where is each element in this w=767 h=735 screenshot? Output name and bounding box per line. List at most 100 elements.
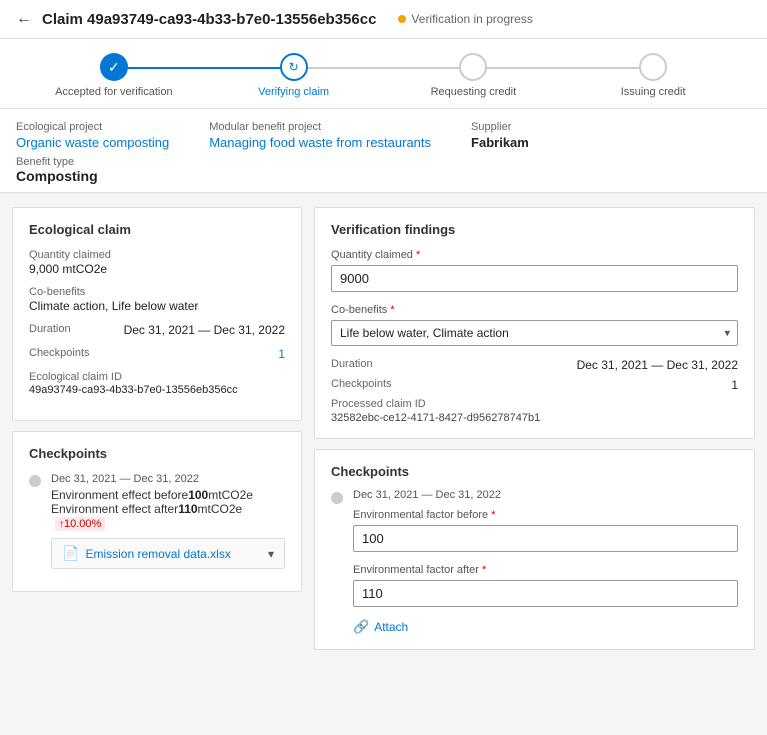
right-panel: Verification findings Quantity claimed *… [314, 207, 755, 660]
cobenefits-select[interactable]: Life below water, Climate action Climate… [331, 320, 738, 346]
cobenefits-form-label: Co-benefits * [331, 304, 738, 316]
step-accepted: ✓ Accepted for verification [24, 53, 204, 98]
attach-icon: 🔗 [353, 619, 369, 635]
right-checkpoints-card: Checkpoints Dec 31, 2021 — Dec 31, 2022 … [314, 449, 755, 650]
checkpoints-field: Checkpoints 1 [29, 347, 285, 361]
steps-bar: ✓ Accepted for verification ↻ Verifying … [0, 39, 767, 109]
env-after-form-field: Environmental factor after * [353, 564, 738, 607]
step-circle-requesting [459, 53, 487, 81]
step-label-issuing: Issuing credit [621, 86, 686, 98]
duration-static-value: Dec 31, 2021 — Dec 31, 2022 [577, 358, 738, 372]
file-left: 📄 Emission removal data.xlsx [62, 545, 231, 562]
supplier-value: Fabrikam [471, 135, 529, 150]
checkpoint-dot [29, 475, 41, 487]
qty-form-label: Quantity claimed * [331, 249, 738, 261]
duration-value: Dec 31, 2021 — Dec 31, 2022 [124, 323, 285, 337]
left-checkpoints-card: Checkpoints Dec 31, 2021 — Dec 31, 2022 … [12, 431, 302, 592]
checkpoints-label: Checkpoints [29, 347, 90, 360]
project-info-row: Ecological project Organic waste compost… [16, 121, 751, 150]
right-checkpoints-title: Checkpoints [331, 464, 738, 479]
file-name: Emission removal data.xlsx [85, 547, 230, 561]
chevron-down-icon: ▾ [268, 547, 274, 561]
right-checkpoint-date: Dec 31, 2021 — Dec 31, 2022 [353, 489, 738, 501]
claim-id-field: Ecological claim ID 49a93749-ca93-4b33-b… [29, 371, 285, 396]
step-label-verifying: Verifying claim [258, 86, 329, 98]
status-dot [398, 15, 406, 23]
step-label-accepted: Accepted for verification [55, 86, 172, 98]
right-checkpoint-content: Dec 31, 2021 — Dec 31, 2022 Environmenta… [353, 489, 738, 635]
supplier-col: Supplier Fabrikam [471, 121, 529, 150]
cobenefits-select-container: Life below water, Climate action Climate… [331, 320, 738, 346]
cobenefits-field: Co-benefits Climate action, Life below w… [29, 286, 285, 313]
env-before-value: 100 [188, 488, 208, 502]
env-after-row: Environment effect after110mtCO2e ↑10.00… [51, 502, 285, 530]
cobenefits-form-field: Co-benefits * Life below water, Climate … [331, 304, 738, 346]
processed-id-section: Processed claim ID 32582ebc-ce12-4171-84… [331, 398, 738, 424]
ecological-project-col: Ecological project Organic waste compost… [16, 121, 169, 150]
env-before-label: Environment effect before [51, 488, 188, 502]
env-before-input[interactable] [353, 525, 738, 552]
step-verifying: ↻ Verifying claim [204, 53, 384, 98]
back-icon[interactable]: ← [16, 10, 32, 28]
env-before-unit: mtCO2e [208, 488, 253, 502]
verification-title: Verification findings [331, 222, 738, 237]
file-attachment[interactable]: 📄 Emission removal data.xlsx ▾ [51, 538, 285, 569]
status-text: Verification in progress [411, 12, 532, 26]
duration-static-row: Duration Dec 31, 2021 — Dec 31, 2022 [331, 358, 738, 372]
duration-field: Duration Dec 31, 2021 — Dec 31, 2022 [29, 323, 285, 337]
left-checkpoints-title: Checkpoints [29, 446, 285, 461]
header: ← Claim 49a93749-ca93-4b33-b7e0-13556eb3… [0, 0, 767, 39]
processed-id-value: 32582ebc-ce12-4171-8427-d956278747b1 [331, 412, 738, 424]
checkpoints-static-row: Checkpoints 1 [331, 378, 738, 392]
claim-id-label: Ecological claim ID [29, 371, 285, 383]
ecological-project-value[interactable]: Organic waste composting [16, 135, 169, 150]
qty-form-field: Quantity claimed * [331, 249, 738, 292]
env-before-form-label: Environmental factor before * [353, 509, 738, 521]
right-checkpoint-item: Dec 31, 2021 — Dec 31, 2022 Environmenta… [331, 489, 738, 635]
checkpoint-date: Dec 31, 2021 — Dec 31, 2022 [51, 473, 285, 485]
modular-project-label: Modular benefit project [209, 121, 431, 133]
processed-id-label: Processed claim ID [331, 398, 738, 410]
modular-project-value[interactable]: Managing food waste from restaurants [209, 135, 431, 150]
benefit-type-label: Benefit type [16, 156, 751, 168]
env-after-value: 110 [178, 502, 197, 516]
checkpoints-value: 1 [278, 347, 285, 361]
cobenefits-label: Co-benefits [29, 286, 285, 298]
env-after-input[interactable] [353, 580, 738, 607]
page-title: Claim 49a93749-ca93-4b33-b7e0-13556eb356… [42, 11, 376, 28]
env-after-label: Environment effect after [51, 502, 178, 516]
env-after-unit: mtCO2e [198, 502, 243, 516]
attach-link[interactable]: 🔗 Attach [353, 619, 738, 635]
right-checkpoint-dot [331, 492, 343, 504]
file-icon: 📄 [62, 545, 79, 562]
qty-input[interactable] [331, 265, 738, 292]
step-circle-accepted: ✓ [100, 53, 128, 81]
ecological-project-label: Ecological project [16, 121, 169, 133]
step-issuing: Issuing credit [563, 53, 743, 98]
duration-label: Duration [29, 323, 71, 336]
status-badge: Verification in progress [398, 12, 532, 26]
benefit-type-value: Composting [16, 168, 751, 184]
step-requesting: Requesting credit [384, 53, 564, 98]
cobenefits-value: Climate action, Life below water [29, 299, 285, 313]
claim-id-value: 49a93749-ca93-4b33-b7e0-13556eb356cc [29, 384, 285, 396]
steps-container: ✓ Accepted for verification ↻ Verifying … [24, 53, 743, 98]
increase-badge: ↑10.00% [55, 517, 105, 531]
quantity-field: Quantity claimed 9,000 mtCO2e [29, 249, 285, 276]
verification-card: Verification findings Quantity claimed *… [314, 207, 755, 439]
supplier-label: Supplier [471, 121, 529, 133]
env-before-form-field: Environmental factor before * [353, 509, 738, 552]
project-info: Ecological project Organic waste compost… [0, 109, 767, 193]
env-after-form-label: Environmental factor after * [353, 564, 738, 576]
duration-static-label: Duration [331, 358, 373, 372]
quantity-label: Quantity claimed [29, 249, 285, 261]
modular-project-col: Modular benefit project Managing food wa… [209, 121, 431, 150]
main-content: Ecological claim Quantity claimed 9,000 … [0, 193, 767, 674]
checkpoints-static-label: Checkpoints [331, 378, 392, 392]
increase-pct: 10.00% [64, 518, 101, 530]
checkpoint-content: Dec 31, 2021 — Dec 31, 2022 Environment … [51, 473, 285, 569]
left-panel: Ecological claim Quantity claimed 9,000 … [12, 207, 302, 660]
quantity-value: 9,000 mtCO2e [29, 262, 285, 276]
benefit-type-section: Benefit type Composting [16, 156, 751, 184]
step-circle-verifying: ↻ [280, 53, 308, 81]
